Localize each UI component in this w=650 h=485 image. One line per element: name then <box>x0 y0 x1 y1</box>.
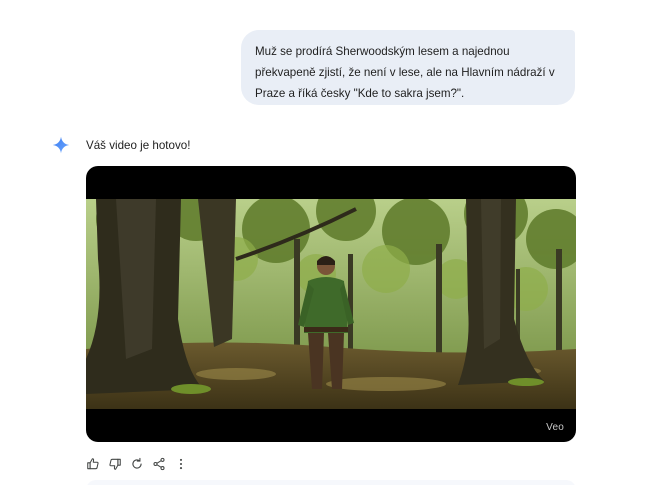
model-reply-text: Váš video je hotovo! <box>86 139 191 152</box>
user-message-bubble: Muž se prodírá Sherwoodským lesem a naje… <box>241 30 575 105</box>
share-button[interactable] <box>152 457 166 471</box>
more-options-button[interactable] <box>174 457 188 471</box>
chat-page: Muž se prodírá Sherwoodským lesem a naje… <box>0 0 650 485</box>
thumb-down-icon <box>109 458 121 470</box>
thumb-up-icon <box>87 458 99 470</box>
thumb-down-button[interactable] <box>108 457 122 471</box>
video-frame[interactable] <box>86 199 576 409</box>
more-vert-icon <box>179 458 183 470</box>
redo-button[interactable] <box>130 457 144 471</box>
share-icon <box>153 457 165 471</box>
veo-watermark: Veo <box>546 422 564 433</box>
video-player[interactable]: Veo <box>86 166 576 442</box>
user-message-text: Muž se prodírá Sherwoodským lesem a naje… <box>255 45 555 100</box>
thumb-up-button[interactable] <box>86 457 100 471</box>
response-actions <box>86 456 188 472</box>
sparkle-icon <box>52 136 70 154</box>
redo-icon <box>132 457 142 469</box>
next-message-preview <box>86 480 576 485</box>
